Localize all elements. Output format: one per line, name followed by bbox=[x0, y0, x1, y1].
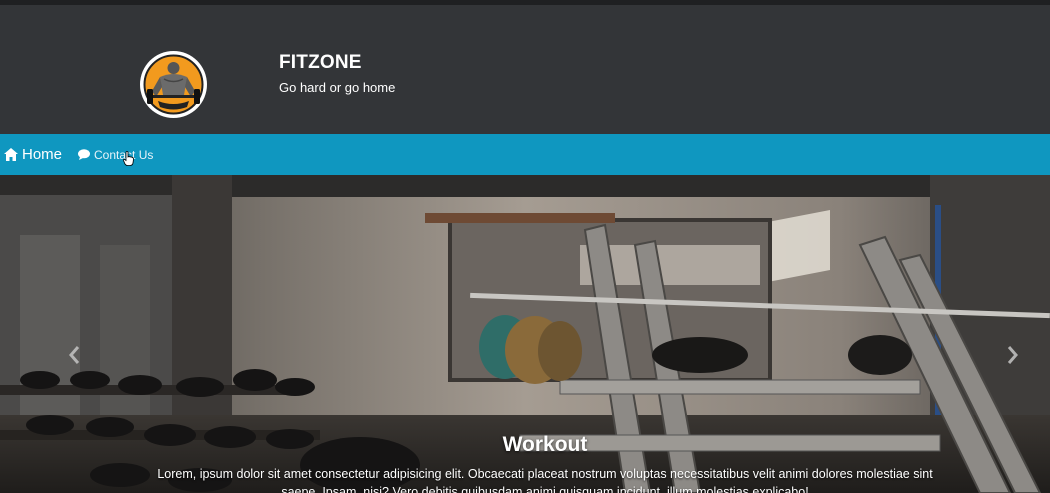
nav-item-contact-us[interactable]: Contact Us bbox=[78, 134, 153, 175]
bodybuilder-logo-icon[interactable] bbox=[140, 51, 207, 118]
brand-title: FITZONE bbox=[279, 52, 362, 73]
main-navbar: Home Contact Us bbox=[0, 134, 1050, 175]
home-icon bbox=[4, 148, 18, 161]
site-header: FITZONE Go hard or go home bbox=[0, 5, 1050, 134]
nav-item-home-label: Home bbox=[22, 146, 63, 163]
hand-cursor-icon bbox=[123, 151, 134, 166]
nav-item-home[interactable]: Home bbox=[4, 134, 62, 175]
chevron-left-icon[interactable] bbox=[68, 345, 80, 369]
carousel-caption-text: Lorem, ipsum dolor sit amet consectetur … bbox=[157, 467, 933, 493]
chevron-right-icon[interactable] bbox=[1007, 345, 1019, 369]
carousel-caption-title: Workout bbox=[502, 433, 588, 456]
hero-carousel[interactable]: Workout Lorem, ipsum dolor sit amet cons… bbox=[0, 175, 1050, 493]
brand-tagline: Go hard or go home bbox=[279, 80, 396, 95]
chat-bubble-icon bbox=[78, 149, 90, 160]
